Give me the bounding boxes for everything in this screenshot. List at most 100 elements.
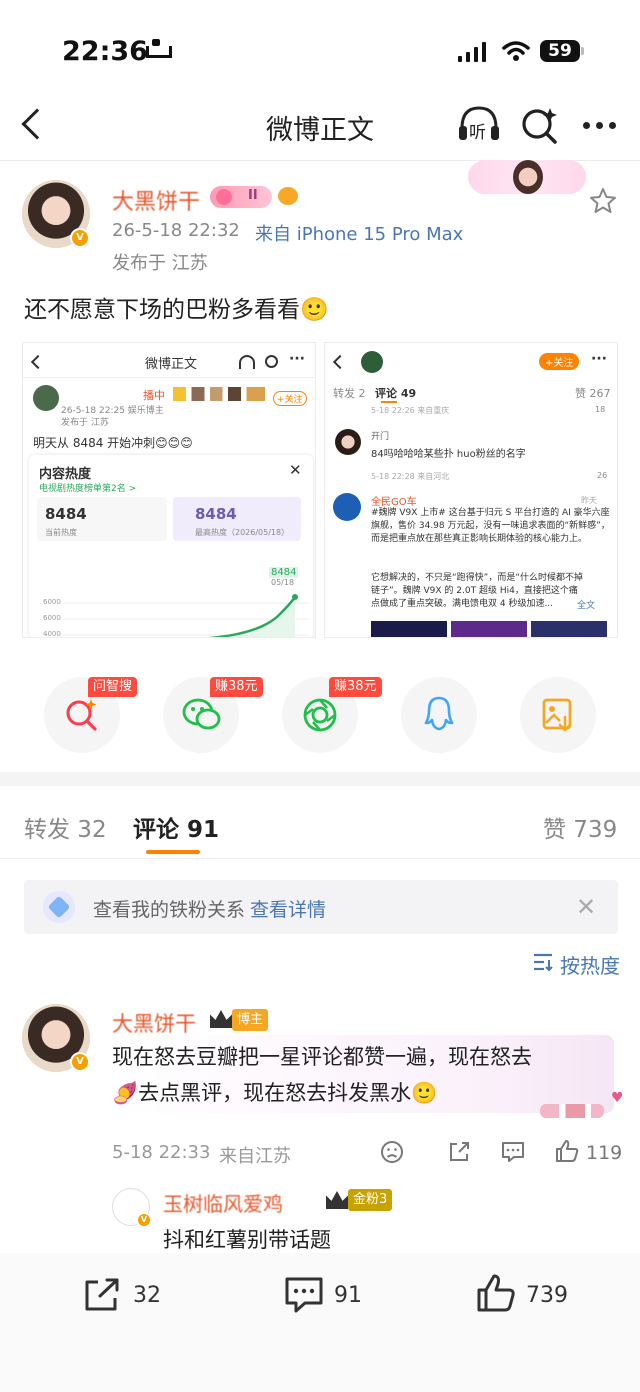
img-tab-repost: 转发 2 bbox=[333, 387, 366, 400]
bottom-like-count: 739 bbox=[526, 1283, 568, 1308]
dislike-emoji-icon[interactable] bbox=[380, 1140, 404, 1164]
tab-like[interactable]: 赞 739 bbox=[543, 810, 617, 844]
img-follow: +关注 bbox=[273, 391, 307, 406]
img-card-time: 昨天 bbox=[581, 496, 597, 505]
tab-underline bbox=[146, 850, 200, 854]
level-text: II bbox=[248, 188, 258, 203]
post-image-left[interactable]: 微博正文 ··· 播中 +关注 26-5-18 22:25 娱乐博主 发布于 江… bbox=[22, 342, 316, 638]
favorite-star-icon[interactable] bbox=[588, 186, 618, 216]
fish-icon bbox=[278, 187, 298, 205]
img-card-avatar bbox=[333, 493, 361, 521]
img-more-icon: ··· bbox=[591, 351, 607, 367]
post-image-right[interactable]: +关注 ··· 转发 2 评论 49 赞 267 5-18 22:26 来自重庆… bbox=[324, 342, 618, 638]
img-title: 微博正文 bbox=[145, 357, 198, 372]
comment-like-count: 119 bbox=[586, 1142, 623, 1164]
img-panel-sub: 电视剧热度榜单第2名 > bbox=[39, 484, 137, 494]
img-card-photo-2 bbox=[451, 621, 527, 637]
img-row2-meta: 5-18 22:28 来自河北 bbox=[371, 472, 450, 481]
img-post-text: 明天从 8484 开始冲刺😊😊😊 bbox=[33, 436, 193, 450]
tabs-divider bbox=[0, 858, 640, 859]
post-source: 来自 iPhone 15 Pro Max bbox=[255, 224, 464, 245]
img-card-photo-1 bbox=[371, 621, 447, 637]
img-divider bbox=[23, 377, 315, 378]
ai-search-icon[interactable] bbox=[520, 106, 560, 146]
bottom-comment-icon[interactable] bbox=[283, 1275, 325, 1315]
post-text: 还不愿意下场的巴粉多看看🙂 bbox=[24, 297, 329, 323]
moments-icon bbox=[303, 698, 337, 732]
comment-line-2: 🍠去点黑评，现在怒去抖发黑水🙂 bbox=[112, 1081, 438, 1105]
img-y-tick-2: 6000 bbox=[43, 614, 61, 622]
diamond-icon bbox=[40, 888, 78, 926]
battery-indicator: 59 bbox=[540, 40, 580, 62]
post-location: 发布于 江苏 bbox=[112, 253, 208, 274]
img-back-icon bbox=[30, 354, 46, 370]
comment-author[interactable]: 大黑饼干 bbox=[112, 1008, 196, 1038]
author-badge: 博主 bbox=[232, 1009, 269, 1031]
comment-location: 来自江苏 bbox=[219, 1146, 291, 1167]
bottom-action-bar bbox=[0, 1253, 640, 1392]
img-location: 发布于 江苏 bbox=[61, 418, 109, 428]
sort-icon bbox=[534, 953, 553, 972]
img-peak-label: 最高热度（2026/05/18） bbox=[195, 528, 290, 537]
fan-banner-text: 查看我的铁粉关系 bbox=[93, 899, 246, 921]
img-y-tick-1: 6000 bbox=[43, 598, 61, 606]
share-tag-wechat: 赚38元 bbox=[210, 677, 263, 697]
signal-icon bbox=[458, 42, 490, 62]
more-icon[interactable] bbox=[583, 122, 619, 130]
img-card-text2: 它想解决的，不只是“跑得快”，而是“什么时候都不掉链子”。魏牌 V9X 的 2.… bbox=[371, 573, 583, 609]
share-tag-ai-search: 问智搜 bbox=[88, 677, 138, 697]
listen-label: 听 bbox=[469, 123, 486, 143]
img-peak-value: 8484 bbox=[195, 505, 237, 523]
img-current-value: 8484 bbox=[45, 505, 87, 523]
crown-icon bbox=[326, 1191, 348, 1209]
img-row1-meta: 5-18 22:26 来自重庆 bbox=[371, 406, 450, 415]
img-more-icon: ··· bbox=[289, 351, 305, 367]
img-panel-title: 内容热度 bbox=[39, 467, 92, 482]
verified-badge: V bbox=[136, 1212, 152, 1228]
img-commenter-avatar bbox=[335, 429, 361, 455]
crown-icon bbox=[210, 1010, 232, 1028]
tab-repost[interactable]: 转发 32 bbox=[24, 810, 107, 844]
bottom-repost-icon[interactable] bbox=[82, 1276, 122, 1314]
share-tag-moments: 赚38元 bbox=[329, 677, 382, 697]
sort-button[interactable]: 按热度 bbox=[560, 950, 620, 979]
reply-author[interactable]: 玉树临风爱鸡 bbox=[163, 1188, 283, 1217]
verified-badge: V bbox=[70, 1052, 90, 1072]
tab-comment[interactable]: 评论 91 bbox=[133, 810, 219, 844]
img-listen-icon bbox=[239, 355, 255, 369]
save-image-icon bbox=[542, 698, 572, 732]
close-icon[interactable]: ✕ bbox=[576, 893, 596, 921]
heart-icon: ♥ bbox=[611, 1090, 624, 1106]
img-search-icon bbox=[265, 355, 278, 368]
reply-badge: 金粉3 bbox=[348, 1189, 393, 1211]
img-avatar bbox=[361, 351, 383, 373]
status-time: 22:36 bbox=[62, 36, 148, 67]
reply-icon[interactable] bbox=[500, 1140, 526, 1164]
comment-line-1: 现在怒去豆瓣把一星评论都赞一遍，现在怒去 bbox=[112, 1045, 532, 1069]
img-avatar bbox=[33, 385, 59, 411]
img-tab-underline bbox=[381, 401, 397, 403]
verified-badge: V bbox=[70, 228, 90, 248]
fan-banner-link[interactable]: 查看详情 bbox=[250, 895, 326, 922]
img-row1-likes: 18 bbox=[595, 405, 606, 414]
wechat-icon bbox=[182, 698, 221, 730]
comment-time: 5-18 22:33 bbox=[112, 1142, 211, 1163]
comment-like-icon[interactable] bbox=[554, 1138, 580, 1164]
img-card-photo-3 bbox=[531, 621, 607, 637]
wifi-icon bbox=[502, 41, 530, 61]
img-panel-close: ✕ bbox=[289, 461, 302, 479]
author-name[interactable]: 大黑饼干 bbox=[112, 184, 200, 216]
img-heat-chart bbox=[59, 594, 309, 637]
img-follow: +关注 bbox=[539, 353, 580, 370]
decoration-hands-icon bbox=[540, 1104, 604, 1118]
img-comment1: 84吗哈哈哈某些扑 huo粉丝的名字 bbox=[371, 449, 526, 460]
fan-level-badge: II bbox=[210, 186, 272, 208]
flower-icon bbox=[216, 189, 232, 205]
img-author: 播中 bbox=[143, 389, 165, 402]
share-icon[interactable] bbox=[447, 1140, 471, 1164]
img-emoji-strip bbox=[173, 387, 265, 401]
img-user-prefix: 开门 bbox=[371, 432, 390, 442]
post-time: 26-5-18 22:32 bbox=[112, 220, 240, 241]
bottom-like-icon[interactable] bbox=[475, 1272, 517, 1314]
img-card-name: 全民GO车 bbox=[371, 497, 417, 508]
